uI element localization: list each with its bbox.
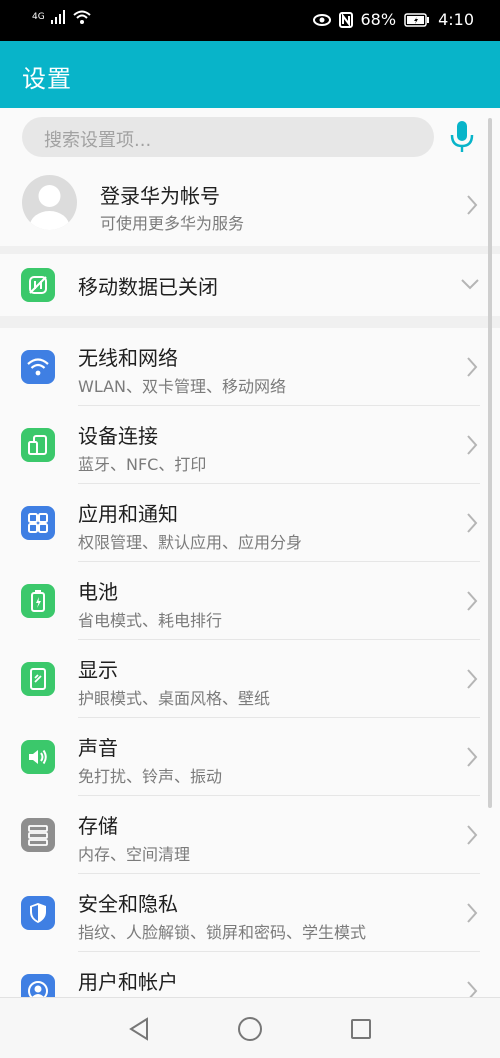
chevron-right-icon: [467, 195, 478, 215]
item-subtitle: 内存、空间清理: [78, 845, 191, 864]
item-subtitle: 免打扰、铃声、振动: [78, 767, 223, 786]
search-placeholder: 搜索设置项...: [44, 130, 152, 151]
avatar: [22, 175, 77, 230]
back-button[interactable]: [122, 1012, 156, 1046]
settings-item-wireless-network[interactable]: 无线和网络 WLAN、双卡管理、移动网络: [0, 328, 500, 406]
network-type: 4G: [32, 12, 45, 22]
storage-icon: [21, 818, 55, 852]
back-triangle-icon: [129, 1017, 148, 1041]
navigation-bar: [0, 997, 500, 1058]
settings-item-security-privacy[interactable]: 安全和隐私 指纹、人脸解锁、锁屏和密码、学生模式: [0, 874, 500, 952]
item-title: 电池: [78, 580, 118, 604]
huawei-account-row[interactable]: 登录华为帐号 可使用更多华为服务: [0, 166, 500, 246]
item-title: 声音: [78, 736, 118, 760]
settings-item-users-accounts[interactable]: 用户和帐户: [0, 952, 500, 997]
status-bar: 4G 68% 4:10: [0, 0, 500, 41]
mic-icon[interactable]: [448, 120, 476, 154]
home-circle-icon: [238, 1017, 262, 1041]
item-subtitle: 指纹、人脸解锁、锁屏和密码、学生模式: [78, 923, 367, 942]
clock: 4:10: [438, 10, 474, 29]
chevron-right-icon: [467, 825, 478, 845]
item-title: 存储: [78, 814, 118, 838]
item-subtitle: 省电模式、耗电排行: [78, 611, 223, 630]
settings-list[interactable]: 搜索设置项... 登录华为帐号 可使用更多华为服务 移动数据已关闭 无线和网络 …: [0, 108, 500, 997]
item-subtitle: 护眼模式、桌面风格、壁纸: [78, 689, 271, 708]
eye-icon: [312, 13, 331, 26]
settings-item-device-connection[interactable]: 设备连接 蓝牙、NFC、打印: [0, 406, 500, 484]
settings-item-battery[interactable]: 电池 省电模式、耗电排行: [0, 562, 500, 640]
recents-square-icon: [351, 1019, 371, 1039]
home-button[interactable]: [233, 1012, 267, 1046]
item-subtitle: 蓝牙、NFC、打印: [78, 455, 207, 474]
battery-icon: [21, 584, 55, 618]
mobile-data-icon: [21, 268, 55, 302]
item-title: 安全和隐私: [78, 892, 178, 916]
user-icon: [21, 974, 55, 997]
chevron-down-icon[interactable]: [460, 278, 480, 290]
chevron-right-icon: [467, 435, 478, 455]
page-title: 设置: [22, 65, 72, 93]
device-connection-icon: [21, 428, 55, 462]
chevron-right-icon: [467, 747, 478, 767]
battery-percent: 68%: [360, 10, 397, 29]
item-subtitle: WLAN、双卡管理、移动网络: [78, 377, 287, 396]
chevron-right-icon: [467, 513, 478, 533]
wifi-status-icon: [73, 10, 91, 24]
item-title: 应用和通知: [78, 502, 178, 526]
item-title: 无线和网络: [78, 346, 178, 370]
chevron-right-icon: [467, 357, 478, 377]
chevron-right-icon: [467, 903, 478, 923]
battery-status-icon: [404, 12, 430, 27]
search-row: 搜索设置项...: [0, 108, 500, 166]
settings-item-display[interactable]: 显示 护眼模式、桌面风格、壁纸: [0, 640, 500, 718]
chevron-right-icon: [467, 591, 478, 611]
avatar-placeholder-icon: [29, 185, 70, 230]
scrollbar[interactable]: [488, 118, 492, 808]
mobile-data-label: 移动数据已关闭: [78, 275, 218, 299]
security-icon: [21, 896, 55, 930]
chevron-right-icon: [467, 669, 478, 689]
settings-item-apps-notifications[interactable]: 应用和通知 权限管理、默认应用、应用分身: [0, 484, 500, 562]
item-title: 显示: [78, 658, 118, 682]
app-bar: 设置: [0, 41, 500, 108]
settings-item-sound[interactable]: 声音 免打扰、铃声、振动: [0, 718, 500, 796]
item-title: 用户和帐户: [78, 970, 178, 994]
account-subtitle: 可使用更多华为服务: [100, 214, 245, 233]
wifi-icon: [21, 350, 55, 384]
settings-item-storage[interactable]: 存储 内存、空间清理: [0, 796, 500, 874]
mobile-data-row[interactable]: 移动数据已关闭: [0, 254, 500, 316]
item-subtitle: 权限管理、默认应用、应用分身: [78, 533, 303, 552]
account-title: 登录华为帐号: [100, 184, 220, 208]
recents-button[interactable]: [344, 1012, 378, 1046]
divider: [0, 246, 500, 254]
sound-icon: [21, 740, 55, 774]
signal-icon: [50, 10, 65, 24]
chevron-right-icon: [467, 981, 478, 997]
item-title: 设备连接: [78, 424, 158, 448]
nfc-icon: [338, 11, 353, 28]
divider: [0, 316, 500, 328]
display-icon: [21, 662, 55, 696]
search-input[interactable]: 搜索设置项...: [22, 117, 434, 157]
apps-icon: [21, 506, 55, 540]
